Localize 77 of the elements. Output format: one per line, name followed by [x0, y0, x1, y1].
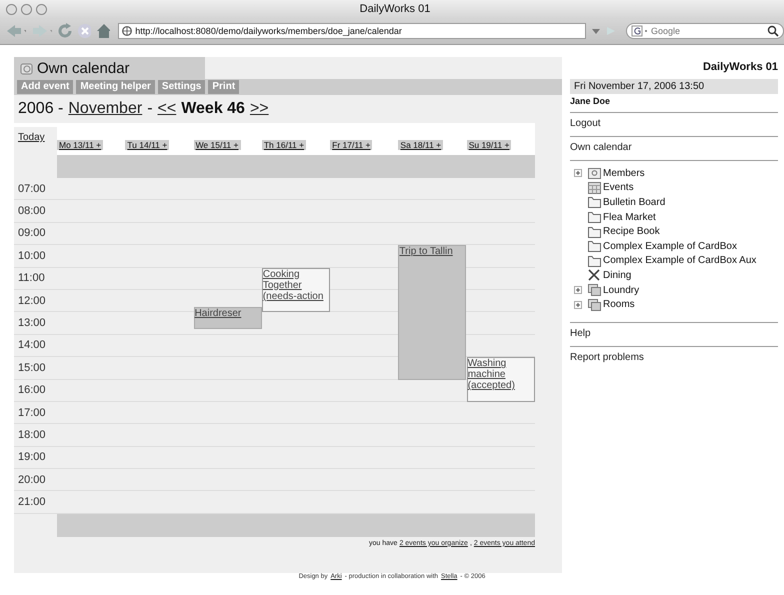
- day-link[interactable]: Sa 18/11 +: [398, 140, 444, 150]
- stop-icon[interactable]: [76, 22, 91, 40]
- dropdown-caret-icon[interactable]: [590, 26, 600, 36]
- tree-item[interactable]: Bulletin Board: [603, 196, 666, 208]
- folder-icon: [588, 254, 601, 267]
- hour-label: 14:00: [18, 339, 46, 352]
- stack-icon: [588, 284, 601, 296]
- tree-item[interactable]: Members: [603, 168, 645, 179]
- year-label: 2006 -: [18, 100, 64, 118]
- calendar-icon: [588, 182, 601, 194]
- day-link[interactable]: We 15/11 +: [194, 140, 240, 150]
- zoom-window-button[interactable]: [36, 4, 47, 14]
- next-week-link[interactable]: >>: [250, 100, 269, 118]
- close-window-button[interactable]: [6, 4, 17, 14]
- folder-icon: [588, 240, 601, 252]
- expand-icon[interactable]: [574, 286, 582, 294]
- expand-icon[interactable]: [574, 169, 582, 178]
- help-link[interactable]: Help: [570, 322, 778, 346]
- stack-icon: [588, 298, 601, 311]
- folder-icon: [588, 226, 601, 238]
- search-icon[interactable]: [766, 25, 779, 37]
- hour-label: 18:00: [18, 428, 46, 441]
- tree-item[interactable]: Dining: [603, 270, 632, 281]
- day-link[interactable]: Mo 13/11 +: [57, 140, 104, 150]
- hour-label: 09:00: [18, 227, 46, 240]
- home-icon[interactable]: [94, 22, 110, 40]
- minimize-window-button[interactable]: [21, 4, 32, 14]
- hour-label: 20:00: [18, 474, 46, 486]
- month-link[interactable]: November: [68, 100, 142, 118]
- globe-icon: [122, 26, 132, 36]
- day-link[interactable]: Tu 14/11 +: [125, 140, 170, 150]
- hour-label: 19:00: [18, 451, 46, 464]
- hour-label: 07:00: [18, 182, 46, 195]
- calendar-event[interactable]: Washing machine (accepted): [466, 357, 535, 402]
- expand-icon[interactable]: [574, 300, 582, 309]
- hour-label: 12:00: [18, 294, 46, 307]
- calendar-event[interactable]: Trip to Tallin: [398, 245, 466, 380]
- tree-item[interactable]: Events: [603, 182, 634, 194]
- week-label: Week 46: [181, 100, 245, 118]
- hour-label: 21:00: [18, 496, 46, 508]
- calendar-icon: [20, 62, 33, 74]
- calendar-event[interactable]: Hairdreser: [194, 306, 262, 330]
- logout-link[interactable]: Logout: [570, 113, 778, 136]
- hour-label: 15:00: [18, 362, 46, 374]
- window-title: DailyWorks 01: [360, 3, 430, 15]
- date-time-text: Fri November 17, 2006 13:50: [570, 79, 778, 94]
- tree-item[interactable]: Flea Market: [603, 212, 656, 223]
- site-title: DailyWorks 01: [702, 61, 778, 73]
- tree-item[interactable]: Rooms: [603, 299, 635, 310]
- hour-label: 13:00: [18, 317, 46, 330]
- hour-label: 16:00: [18, 384, 46, 396]
- report-problems-link[interactable]: Report problems: [570, 346, 778, 370]
- own-calendar-link[interactable]: Own calendar: [570, 137, 778, 160]
- day-link[interactable]: Su 19/11 +: [466, 140, 512, 150]
- reload-icon[interactable]: [56, 22, 72, 40]
- page-title: Own calendar: [37, 60, 130, 76]
- hour-label: 17:00: [18, 406, 46, 419]
- separator-text: -: [147, 100, 153, 118]
- folder-icon: [588, 196, 601, 208]
- previous-week-link[interactable]: <<: [158, 100, 176, 118]
- url-text: http://localhost:8080/demo/dailyworks/members/doe_jane/calendar: [135, 26, 402, 36]
- day-link[interactable]: Th 16/11 +: [262, 140, 306, 150]
- hour-label: 08:00: [18, 205, 46, 218]
- user-name: Jane Doe: [570, 96, 612, 106]
- day-link[interactable]: Fr 17/11 +: [330, 140, 372, 150]
- calendar-event[interactable]: Cooking Together (needs-action: [262, 268, 330, 312]
- search-field[interactable]: Google: [626, 23, 784, 39]
- cutlery-icon: [588, 269, 601, 282]
- folder-icon: [588, 167, 601, 180]
- tree-item[interactable]: Complex Example of CardBox: [603, 240, 737, 252]
- folder-icon: [588, 211, 601, 224]
- hour-label: 10:00: [18, 250, 46, 262]
- tree-item[interactable]: Recipe Book: [603, 226, 660, 238]
- hour-label: 11:00: [18, 272, 45, 284]
- tree-item[interactable]: Complex Example of CardBox Aux: [603, 255, 756, 266]
- tree-item[interactable]: Loundry: [603, 284, 640, 296]
- address-field[interactable]: http://localhost:8080/demo/dailyworks/members/doe_jane/calendar: [118, 23, 586, 39]
